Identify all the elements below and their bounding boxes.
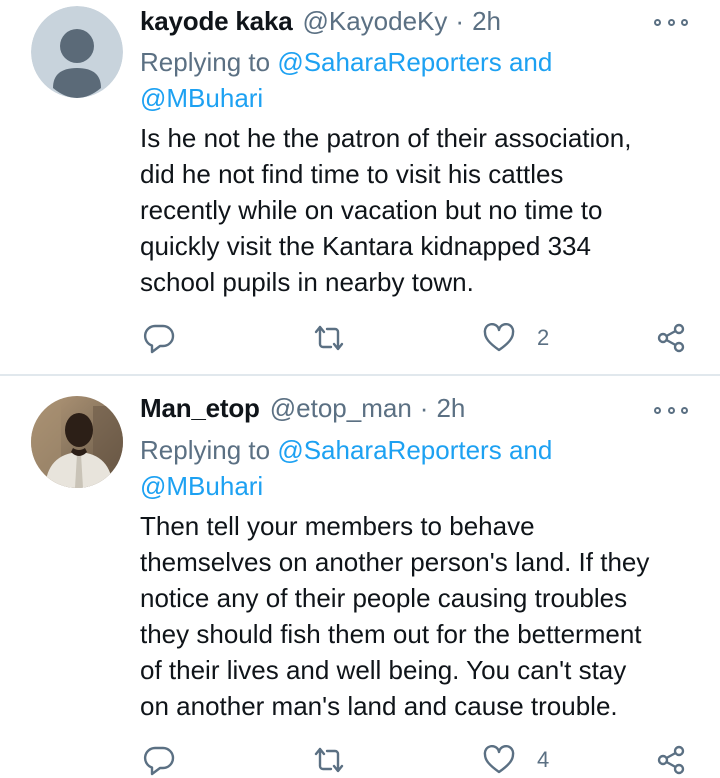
- share-icon: [657, 745, 685, 775]
- retweet-icon: [314, 747, 344, 773]
- tweet-header: Man_etop @etop_man · 2h: [140, 392, 465, 424]
- more-icon: [654, 18, 661, 26]
- tweet-actions: 2: [140, 320, 696, 356]
- separator-dot: ·: [455, 6, 465, 36]
- more-icon: [667, 18, 675, 26]
- more-options-button[interactable]: [654, 400, 688, 420]
- share-button[interactable]: [655, 320, 687, 356]
- timestamp[interactable]: 2h: [472, 5, 501, 37]
- user-handle[interactable]: @etop_man: [270, 392, 412, 424]
- display-name[interactable]: kayode kaka: [140, 5, 293, 37]
- reply-button[interactable]: [143, 320, 175, 356]
- tweet[interactable]: Man_etop @etop_man · 2h Replying to @Sah…: [0, 376, 720, 778]
- retweet-button[interactable]: [312, 742, 346, 778]
- default-avatar-icon: [31, 6, 123, 98]
- share-icon: [657, 323, 685, 353]
- avatar[interactable]: [31, 396, 123, 488]
- tweet-actions: 4: [140, 742, 696, 778]
- more-options-button[interactable]: [654, 12, 688, 32]
- separator-dot: ·: [419, 393, 429, 423]
- heart-icon: [483, 745, 515, 774]
- replying-prefix: Replying to: [140, 47, 271, 77]
- avatar[interactable]: [31, 6, 123, 98]
- replying-prefix: Replying to: [140, 435, 271, 465]
- display-name[interactable]: Man_etop: [140, 392, 260, 424]
- profile-photo: [31, 396, 123, 488]
- tweet[interactable]: kayode kaka @KayodeKy · 2h Replying to @…: [0, 0, 720, 375]
- mention-link[interactable]: @MBuhari: [140, 83, 263, 113]
- more-icon: [681, 406, 688, 414]
- share-button[interactable]: [655, 742, 687, 778]
- like-button[interactable]: 2: [483, 320, 549, 356]
- mention-link[interactable]: @MBuhari: [140, 471, 263, 501]
- retweet-icon: [314, 325, 344, 351]
- like-count: 2: [537, 325, 550, 350]
- like-button[interactable]: 4: [483, 742, 549, 778]
- user-handle[interactable]: @KayodeKy: [302, 5, 447, 37]
- replying-conjunction[interactable]: and: [509, 47, 552, 77]
- more-icon: [667, 406, 675, 414]
- retweet-button[interactable]: [312, 320, 346, 356]
- like-count: 4: [537, 747, 550, 772]
- tweet-header: kayode kaka @KayodeKy · 2h: [140, 5, 501, 37]
- replying-to: Replying to @SaharaReporters and @MBuhar…: [140, 44, 660, 116]
- tweet-text: Then tell your members to behave themsel…: [140, 511, 650, 721]
- tweet-text: Is he not he the patron of their associa…: [140, 123, 632, 297]
- replying-conjunction[interactable]: and: [509, 435, 552, 465]
- more-icon: [681, 18, 688, 26]
- reply-icon: [143, 746, 175, 776]
- reply-icon: [143, 324, 175, 354]
- more-icon: [654, 406, 661, 414]
- timestamp[interactable]: 2h: [436, 392, 465, 424]
- reply-button[interactable]: [143, 742, 175, 778]
- heart-icon: [483, 323, 515, 352]
- mention-link[interactable]: @SaharaReporters: [277, 435, 501, 465]
- mention-link[interactable]: @SaharaReporters: [277, 47, 501, 77]
- replying-to: Replying to @SaharaReporters and @MBuhar…: [140, 432, 660, 504]
